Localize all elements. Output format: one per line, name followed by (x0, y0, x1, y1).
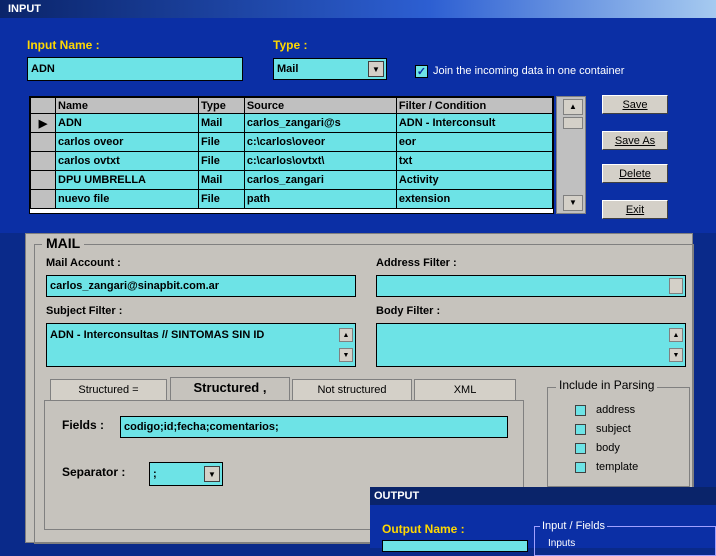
row-marker (30, 151, 56, 171)
table-row[interactable]: ▶ ADN Mail carlos_zangari@s ADN - Interc… (30, 113, 554, 133)
table-cell[interactable]: eor (395, 132, 554, 152)
row-marker (30, 132, 56, 152)
include-body-label: body (596, 442, 620, 454)
scroll-up-icon[interactable]: ▲ (339, 328, 353, 342)
output-title-bar: OUTPUT (370, 487, 716, 505)
table-cell[interactable]: carlos_zangari (243, 170, 397, 190)
table-cell[interactable]: nuevo file (55, 189, 199, 209)
delete-button-label: Delete (619, 168, 651, 180)
separator-select[interactable]: ; ▼ (149, 462, 223, 486)
separator-label: Separator : (62, 465, 126, 479)
scroll-down-icon[interactable]: ▼ (669, 348, 683, 362)
address-filter-field[interactable] (376, 275, 686, 297)
row-marker (30, 189, 56, 209)
include-template-label: template (596, 461, 639, 473)
include-address-label: address (596, 404, 636, 416)
grid-header-source[interactable]: Source (243, 97, 397, 114)
save-button[interactable]: Save (602, 95, 668, 114)
output-fields-group-title: Input / Fields (540, 520, 607, 532)
row-marker (30, 170, 56, 190)
type-select-value: Mail (277, 63, 299, 75)
join-label: Join the incoming data in one container (433, 65, 625, 77)
window-title-bar: INPUT (0, 0, 716, 18)
window-title: INPUT (8, 3, 41, 15)
save-as-button-label: Save As (614, 135, 656, 147)
output-title: OUTPUT (374, 490, 420, 502)
mail-account-field[interactable]: carlos_zangari@sinapbit.com.ar (46, 275, 356, 297)
table-cell[interactable]: File (197, 189, 245, 209)
table-cell[interactable]: c:\carlos\ovtxt\ (243, 151, 397, 171)
input-name-label: Input Name : (27, 38, 100, 52)
tab-structured-comma[interactable]: Structured , (170, 377, 290, 402)
table-cell[interactable]: ADN (55, 113, 199, 133)
chevron-down-icon[interactable]: ▼ (204, 466, 220, 482)
tab-xml[interactable]: XML (414, 379, 516, 400)
include-subject-checkbox[interactable] (575, 424, 586, 435)
grid-header-type[interactable]: Type (197, 97, 245, 114)
include-address-checkbox[interactable] (575, 405, 586, 416)
fields-label: Fields : (62, 418, 105, 432)
body-filter-field[interactable]: ▲ ▼ (376, 323, 686, 367)
table-cell[interactable]: Activity (395, 170, 554, 190)
grid-header-filter[interactable]: Filter / Condition (395, 97, 554, 114)
scroll-up-icon[interactable]: ▲ (563, 99, 583, 115)
table-cell[interactable]: File (197, 151, 245, 171)
type-label: Type : (273, 38, 308, 52)
body-filter-label: Body Filter : (376, 305, 441, 317)
scroll-up-icon[interactable]: ▲ (669, 328, 683, 342)
fields-input[interactable]: codigo;id;fecha;comentarios; (120, 416, 508, 438)
output-inputs-label: Inputs (548, 538, 576, 549)
mail-account-label: Mail Account : (46, 257, 121, 269)
table-cell[interactable]: carlos ovtxt (55, 151, 199, 171)
chevron-down-icon[interactable]: ▼ (368, 61, 384, 77)
row-marker: ▶ (30, 113, 56, 133)
include-subject-label: subject (596, 423, 631, 435)
grid-header-name[interactable]: Name (55, 97, 199, 114)
save-button-label: Save (622, 99, 648, 111)
address-filter-label: Address Filter : (376, 257, 457, 269)
input-name-field[interactable]: ADN (27, 57, 243, 81)
include-template-checkbox[interactable] (575, 462, 586, 473)
parsing-tabs: Structured = Structured , Not structured… (46, 377, 516, 402)
type-select[interactable]: Mail ▼ (273, 58, 387, 80)
scroll-down-icon[interactable]: ▼ (339, 348, 353, 362)
table-row[interactable]: carlos oveor File c:\carlos\oveor eor (30, 132, 554, 152)
table-cell[interactable]: ADN - Interconsult (395, 113, 554, 133)
table-cell[interactable]: Mail (197, 113, 245, 133)
subject-filter-value: ADN - Interconsultas // SINTOMAS SIN ID (50, 329, 265, 341)
field-scroll-icon[interactable] (669, 278, 683, 294)
table-row[interactable]: nuevo file File path extension (30, 189, 554, 209)
table-row[interactable]: carlos ovtxt File c:\carlos\ovtxt\ txt (30, 151, 554, 171)
table-cell[interactable]: path (243, 189, 397, 209)
exit-button-label: Exit (625, 204, 645, 216)
table-row[interactable]: DPU UMBRELLA Mail carlos_zangari Activit… (30, 170, 554, 190)
table-cell[interactable]: c:\carlos\oveor (243, 132, 397, 152)
table-cell[interactable]: extension (395, 189, 554, 209)
delete-button[interactable]: Delete (602, 164, 668, 183)
grid-scrollbar[interactable]: ▲ ▼ (556, 96, 586, 214)
output-name-label: Output Name : (382, 522, 465, 536)
table-cell[interactable]: Mail (197, 170, 245, 190)
scroll-down-icon[interactable]: ▼ (563, 195, 583, 211)
separator-value: ; (153, 468, 157, 480)
table-cell[interactable]: txt (395, 151, 554, 171)
inputs-grid: Name Type Source Filter / Condition ▶ AD… (29, 96, 554, 214)
include-group-title: Include in Parsing (556, 378, 658, 392)
grid-corner (30, 97, 56, 114)
table-cell[interactable]: carlos_zangari@s (243, 113, 397, 133)
table-cell[interactable]: carlos oveor (55, 132, 199, 152)
tab-structured-equals[interactable]: Structured = (50, 379, 167, 400)
include-body-checkbox[interactable] (575, 443, 586, 454)
subject-filter-label: Subject Filter : (46, 305, 123, 317)
table-cell[interactable]: File (197, 132, 245, 152)
subject-filter-field[interactable]: ADN - Interconsultas // SINTOMAS SIN ID … (46, 323, 356, 367)
table-cell[interactable]: DPU UMBRELLA (55, 170, 199, 190)
output-name-field[interactable] (382, 540, 528, 552)
mail-group-title: MAIL (42, 235, 85, 251)
scroll-thumb[interactable] (563, 117, 583, 129)
save-as-button[interactable]: Save As (602, 131, 668, 150)
join-checkbox[interactable]: ✓ (415, 65, 428, 78)
exit-button[interactable]: Exit (602, 200, 668, 219)
tab-not-structured[interactable]: Not structured (292, 379, 412, 400)
